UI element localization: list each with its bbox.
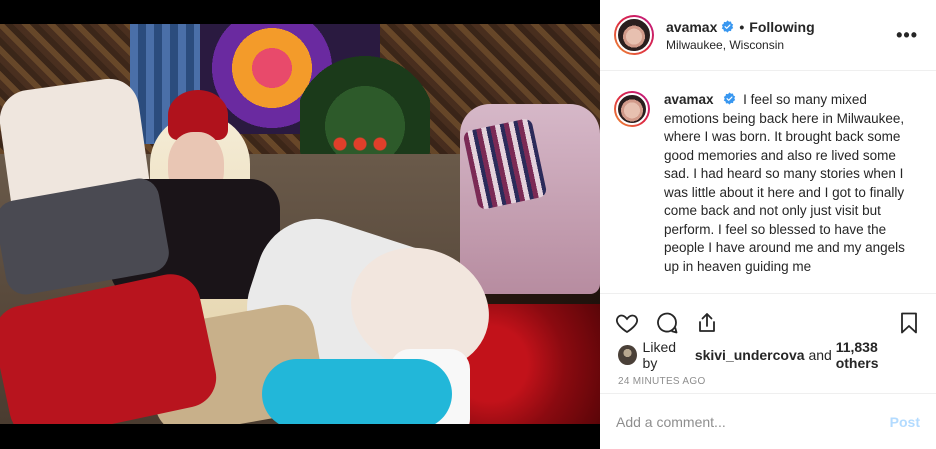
separator-dot: •	[739, 18, 745, 35]
likes-joiner: and	[808, 347, 832, 363]
verified-badge-icon	[722, 20, 734, 33]
caption-section: avamax I feel so many mixed emotions bei…	[600, 71, 936, 293]
post-header: avamax • Following Milwaukee, Wisconsin …	[600, 0, 936, 71]
more-options-icon[interactable]: •••	[892, 25, 922, 46]
following-button[interactable]: Following	[749, 19, 814, 35]
likes-prefix: Liked by	[642, 339, 677, 371]
action-bar	[600, 294, 936, 342]
post-media-frame	[0, 0, 600, 449]
liker-avatar[interactable]	[618, 345, 637, 365]
heart-icon[interactable]	[614, 310, 640, 336]
caption-text: avamax I feel so many mixed emotions bei…	[664, 91, 922, 293]
verified-badge-icon	[724, 92, 736, 105]
caption-body: I feel so many mixed emotions being back…	[664, 92, 905, 274]
likes-others-link[interactable]: 11,838 others	[836, 339, 918, 371]
liker-username-link[interactable]: skivi_undercova	[695, 347, 805, 363]
post-actions-section: Liked by skivi_undercova and 11,838 othe…	[600, 293, 936, 398]
photo-blue-fur-pillow	[262, 359, 452, 424]
author-info: avamax • Following Milwaukee, Wisconsin	[666, 19, 892, 52]
author-username-link[interactable]: avamax	[666, 19, 717, 35]
post-side-panel: avamax • Following Milwaukee, Wisconsin …	[600, 0, 936, 449]
caption-author-avatar[interactable]	[614, 91, 650, 127]
post-photo[interactable]	[0, 24, 600, 424]
share-icon[interactable]	[694, 310, 720, 336]
comment-bubble-icon[interactable]	[654, 310, 680, 336]
location-link[interactable]: Milwaukee, Wisconsin	[666, 38, 892, 52]
likes-summary: Liked by skivi_undercova and 11,838 othe…	[600, 339, 936, 371]
caption-username-link[interactable]: avamax	[664, 92, 714, 107]
comment-form: Post	[600, 393, 936, 449]
comment-input[interactable]	[616, 413, 890, 430]
author-avatar[interactable]	[614, 15, 654, 55]
post-comment-button[interactable]: Post	[890, 414, 920, 430]
bookmark-icon[interactable]	[896, 310, 922, 336]
